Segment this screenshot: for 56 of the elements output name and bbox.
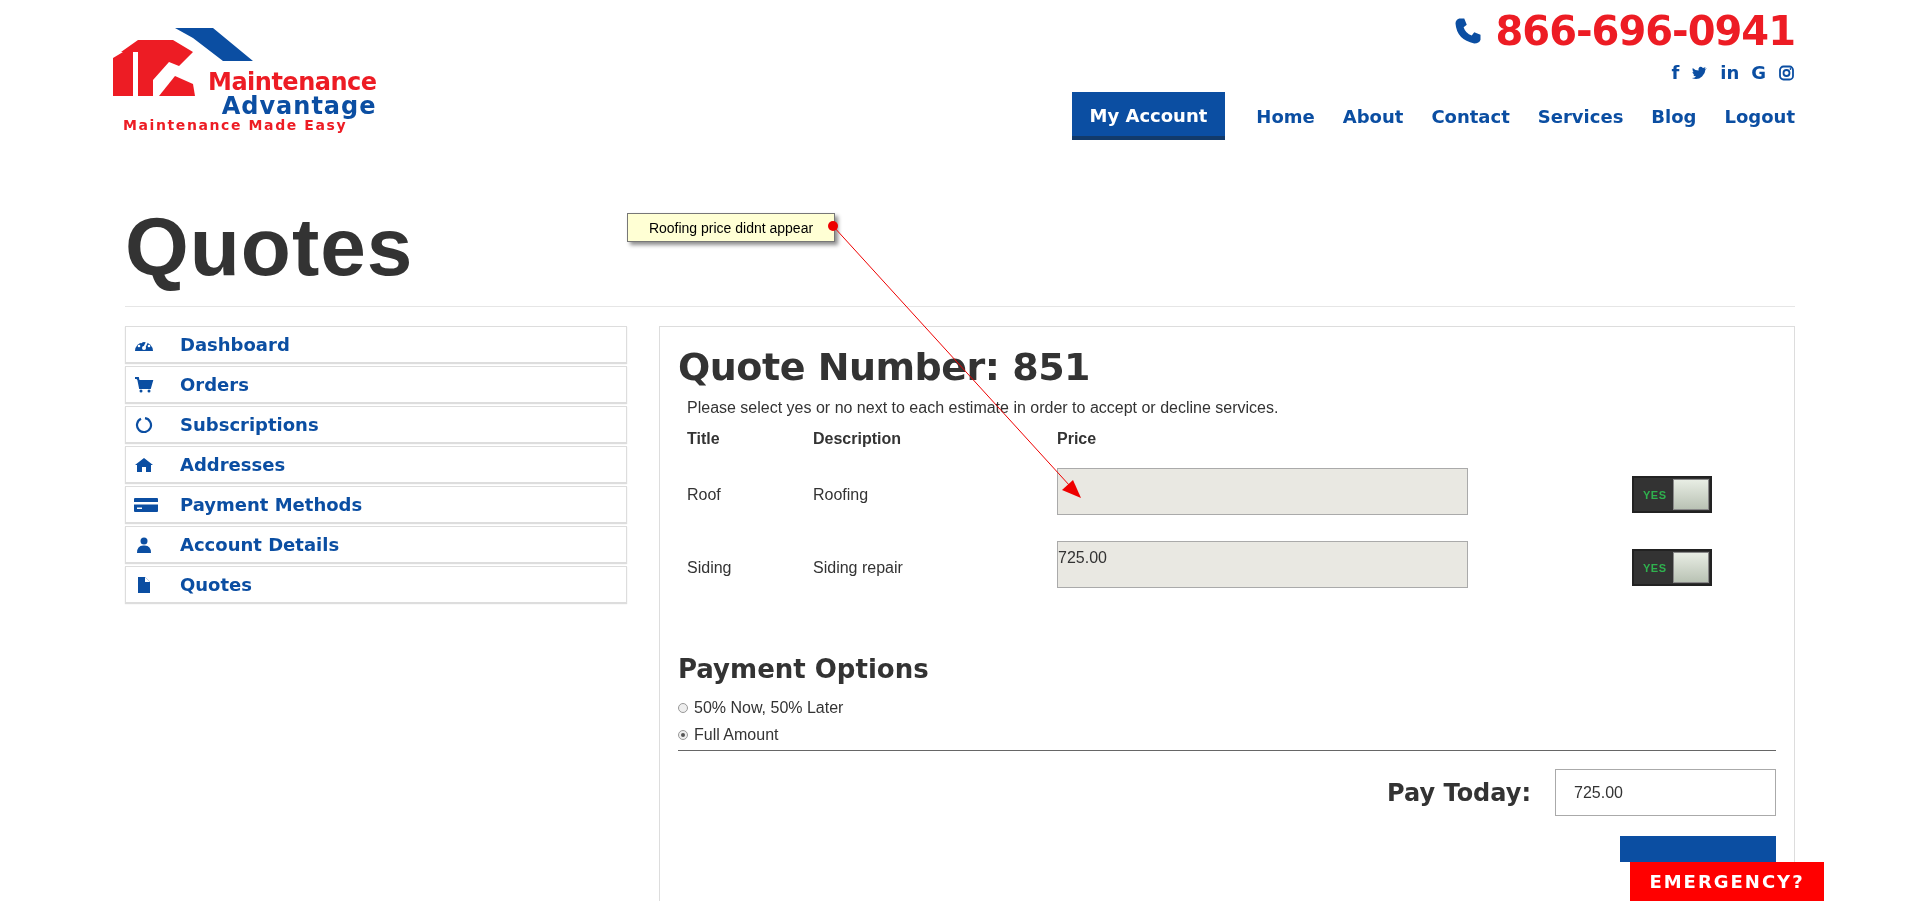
phone-icon <box>1453 16 1484 46</box>
social-link[interactable]: in <box>1720 64 1740 82</box>
nav-link[interactable]: Contact <box>1420 93 1521 139</box>
sidebar-label: Addresses <box>180 454 286 476</box>
sidebar-item[interactable]: Orders <box>125 366 627 404</box>
annotation-note: Roofing price didnt appear <box>627 213 835 242</box>
sidebar-item[interactable]: Subscriptions <box>125 406 627 444</box>
price-field[interactable] <box>1057 468 1468 516</box>
price-field[interactable]: 725.00 <box>1057 541 1468 589</box>
sidebar-label: Payment Methods <box>180 494 363 516</box>
home-icon <box>134 456 154 473</box>
user-icon <box>134 536 154 553</box>
nav-link[interactable]: Blog <box>1640 93 1708 139</box>
table-cell-text: Siding repair <box>813 558 904 577</box>
table-cell-text: Roofing <box>813 485 870 504</box>
nav-link[interactable]: Home <box>1245 93 1326 139</box>
cart-icon <box>134 376 154 393</box>
table-cell-text: Siding <box>687 558 733 577</box>
nav-link[interactable]: About <box>1331 93 1415 139</box>
sidebar-item[interactable]: Account Details <box>125 526 627 564</box>
sidebar-item[interactable]: Quotes <box>125 566 627 604</box>
pay-today-field[interactable]: 725.00 <box>1555 769 1776 817</box>
page-title: Quotes <box>125 200 414 294</box>
yes-no-toggle[interactable]: YES <box>1632 549 1712 587</box>
radio-label[interactable]: 50% Now, 50% Later <box>694 698 844 717</box>
pay-today-label: Pay Today: <box>1387 778 1531 807</box>
column-header: Title <box>687 429 721 450</box>
table-cell-text: Roof <box>687 485 722 504</box>
radio-button[interactable] <box>678 729 688 740</box>
credit-card-icon <box>134 497 158 512</box>
sidebar-label: Account Details <box>180 534 340 556</box>
radio-label[interactable]: Full Amount <box>694 725 779 744</box>
column-header: Description <box>813 429 902 450</box>
social-link[interactable]: f <box>1671 64 1680 82</box>
logo-text: Advantage <box>221 94 377 118</box>
nav-link[interactable]: Services <box>1526 93 1635 139</box>
sidebar-item[interactable]: Addresses <box>125 446 627 484</box>
section-heading: Payment Options <box>678 654 930 685</box>
instagram-icon[interactable] <box>1778 65 1795 81</box>
sidebar-label: Quotes <box>180 574 252 596</box>
logo-text: Maintenance <box>208 70 377 94</box>
sidebar-label: Subscriptions <box>180 414 319 436</box>
nav-link[interactable]: My Account <box>1071 92 1226 140</box>
sidebar-item[interactable]: Payment Methods <box>125 486 627 524</box>
sidebar-label: Dashboard <box>180 334 290 356</box>
social-link[interactable]: G <box>1751 64 1766 82</box>
sidebar-label: Orders <box>180 374 249 396</box>
twitter-icon[interactable] <box>1691 65 1709 81</box>
phone-number[interactable]: 866-696-0941 <box>1495 8 1795 54</box>
column-header: Price <box>1057 429 1098 450</box>
nav-link[interactable]: Logout <box>1713 93 1795 139</box>
radio-button[interactable] <box>678 702 688 713</box>
emergency-badge[interactable]: EMERGENCY? <box>1630 862 1824 901</box>
logo-tagline: Maintenance Made Easy <box>123 118 348 132</box>
sidebar-item[interactable]: Dashboard <box>125 326 627 364</box>
yes-no-toggle[interactable]: YES <box>1632 476 1712 514</box>
